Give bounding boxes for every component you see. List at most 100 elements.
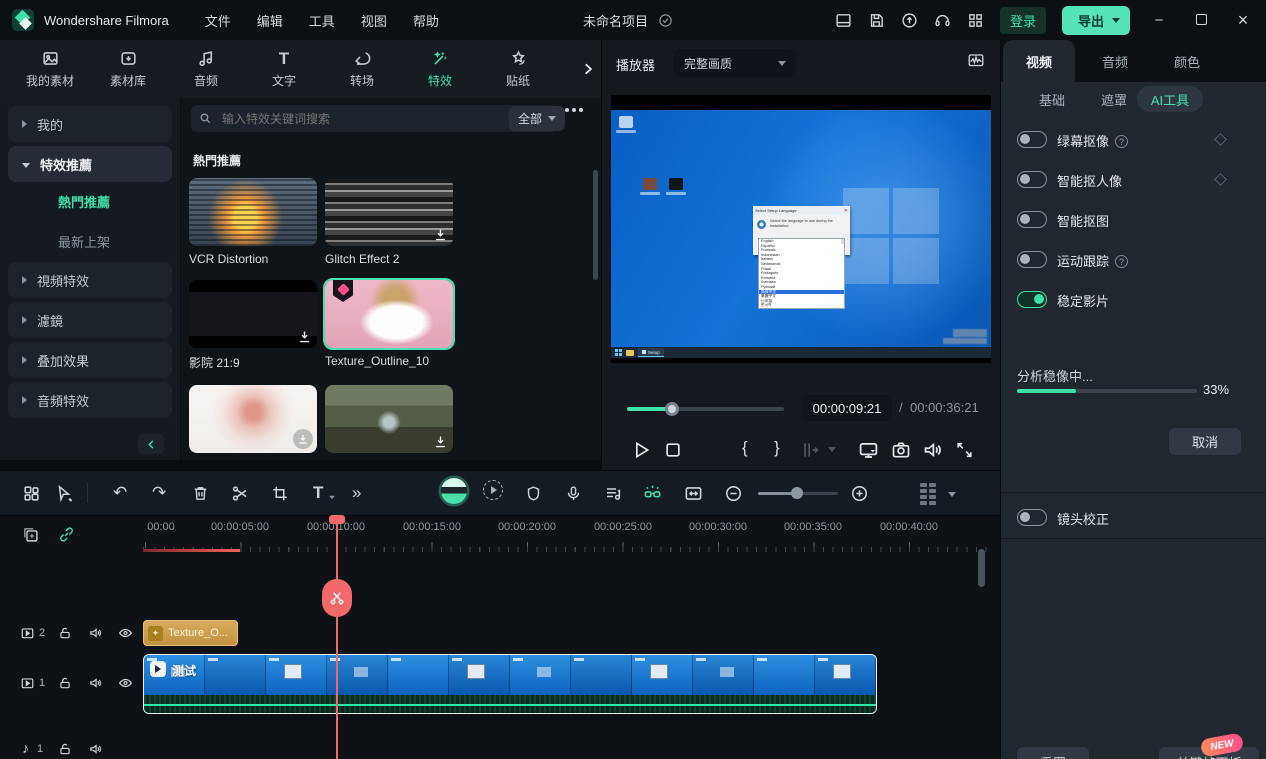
snapshot-camera-button[interactable] <box>891 439 911 461</box>
mute-track-icon[interactable] <box>88 676 103 690</box>
cloud-upload-icon[interactable] <box>901 12 918 29</box>
scene-detection-icon[interactable] <box>642 484 663 503</box>
track-manager-dropdown-icon[interactable] <box>948 492 956 497</box>
timeline-zoom-slider[interactable] <box>758 492 838 495</box>
subtab-basic[interactable]: 基础 <box>1039 90 1065 109</box>
effect-item-glitch-2[interactable]: Glitch Effect 2 <box>325 178 453 266</box>
stabilization-toggle[interactable] <box>1017 291 1047 308</box>
sidebar-group-audio-fx[interactable]: 音頻特效 <box>8 382 172 418</box>
auto-ripple-link-icon[interactable] <box>58 526 75 543</box>
marker-shield-icon[interactable] <box>525 484 542 503</box>
minimize-button[interactable]: − <box>1146 12 1172 29</box>
audio-mixer-icon[interactable] <box>604 484 622 503</box>
playhead-line[interactable] <box>336 515 338 759</box>
motion-tracking-toggle[interactable] <box>1017 251 1047 268</box>
layout-icon[interactable] <box>835 12 852 29</box>
select-cursor-icon[interactable] <box>55 484 73 503</box>
green-screen-toggle[interactable] <box>1017 131 1047 148</box>
maximize-button[interactable] <box>1188 12 1214 29</box>
menu-view[interactable]: 视图 <box>361 11 387 30</box>
effects-scrollbar[interactable] <box>593 170 598 280</box>
more-options-icon[interactable] <box>565 108 583 112</box>
effects-search[interactable]: 全部 <box>191 105 557 132</box>
lock-track-icon[interactable] <box>58 676 72 690</box>
sidebar-group-filters[interactable]: 濾鏡 <box>8 302 172 338</box>
lens-correction-toggle[interactable] <box>1017 509 1047 526</box>
second-display-button[interactable] <box>858 439 879 461</box>
mark-in-button[interactable]: { <box>742 438 748 458</box>
sidebar-group-recommended[interactable]: 特效推薦 <box>8 146 172 182</box>
close-button[interactable]: × <box>1230 10 1256 31</box>
delete-icon[interactable] <box>192 484 209 503</box>
quality-dropdown[interactable]: 完整画质 <box>674 49 796 77</box>
playhead-scissors-button[interactable] <box>322 579 352 617</box>
add-to-timeline-icon[interactable] <box>22 526 39 543</box>
menu-file[interactable]: 文件 <box>205 11 231 30</box>
video-viewport[interactable]: Select Setup Language ✕ Select the langu… <box>611 95 991 363</box>
apps-grid-icon[interactable] <box>967 12 984 29</box>
undo-button[interactable]: ↶ <box>113 484 127 502</box>
clip-texture-outline[interactable]: ✦ Texture_O... <box>143 620 238 646</box>
voiceover-mic-icon[interactable] <box>565 484 582 503</box>
effect-item-vineyard[interactable] <box>325 385 453 453</box>
zoom-handle[interactable] <box>791 487 803 499</box>
effect-item-vcr-distortion[interactable]: VCR Distortion <box>189 178 317 266</box>
stop-button[interactable] <box>663 439 683 461</box>
effect-item-texture-outline-10[interactable]: Texture_Outline_10 <box>325 280 453 368</box>
sidebar-collapse-button[interactable] <box>138 434 164 454</box>
tab-stock-media[interactable]: 素材库 <box>104 49 152 89</box>
zoom-out-button[interactable] <box>724 484 743 503</box>
sidebar-item-hot[interactable]: 熱門推薦 <box>58 192 110 211</box>
tab-my-media[interactable]: 我的素材 <box>26 49 74 89</box>
help-icon[interactable]: ? <box>1115 255 1128 268</box>
timeline-ruler[interactable]: 00:00 00:00:05:00 00:00:10:00 00:00:15:0… <box>143 516 995 552</box>
media-blocks-icon[interactable] <box>22 484 41 503</box>
portrait-cutout-toggle[interactable] <box>1017 171 1047 188</box>
support-headset-icon[interactable] <box>934 12 951 29</box>
tab-transitions[interactable]: 转场 <box>338 49 386 89</box>
fit-timeline-icon[interactable] <box>684 484 703 503</box>
sidebar-group-mine[interactable]: 我的 <box>8 106 172 142</box>
search-input[interactable] <box>220 111 549 127</box>
more-tools-button[interactable]: » <box>352 484 361 502</box>
text-tool-button[interactable]: T <box>313 484 323 502</box>
sidebar-item-newest[interactable]: 最新上架 <box>58 232 110 251</box>
tab-color[interactable]: 颜色 <box>1151 40 1223 82</box>
timeline-scrollbar[interactable] <box>978 549 985 587</box>
clip-test-video[interactable]: 测试 <box>143 654 877 714</box>
sidebar-group-video-fx[interactable]: 視頻特效 <box>8 262 172 298</box>
effect-item-cinema-21-9[interactable]: 影院 21:9 <box>189 280 317 371</box>
smart-cutout-toggle[interactable] <box>1017 211 1047 228</box>
mute-track-icon[interactable] <box>88 626 103 640</box>
trim-dropdown-icon[interactable] <box>828 447 836 452</box>
volume-button[interactable] <box>922 439 943 461</box>
login-button[interactable]: 登录 <box>1000 7 1046 34</box>
mute-track-icon[interactable] <box>88 742 103 756</box>
tab-video[interactable]: 视频 <box>1003 40 1075 82</box>
zoom-in-button[interactable] <box>850 484 869 503</box>
fullscreen-button[interactable] <box>955 439 974 461</box>
text-dropdown-icon[interactable] <box>329 496 335 500</box>
lock-track-icon[interactable] <box>58 626 72 640</box>
tab-audio[interactable]: 音频 <box>182 49 230 89</box>
track-manager-button[interactable] <box>920 483 936 505</box>
filter-dropdown[interactable]: 全部 <box>509 106 565 131</box>
tab-audio-props[interactable]: 音频 <box>1079 40 1151 82</box>
ai-copilot-button[interactable] <box>441 478 467 504</box>
help-icon[interactable]: ? <box>1115 135 1128 148</box>
menu-edit[interactable]: 编辑 <box>257 11 283 30</box>
trim-tool-button[interactable] <box>800 439 820 461</box>
menu-help[interactable]: 帮助 <box>413 11 439 30</box>
tab-text[interactable]: T 文字 <box>260 49 308 89</box>
playhead-handle[interactable] <box>329 515 345 524</box>
export-dropdown-icon[interactable] <box>1112 18 1120 23</box>
split-scissors-icon[interactable] <box>231 484 249 503</box>
tab-stickers[interactable]: 贴纸 <box>494 49 542 89</box>
hide-track-icon[interactable] <box>118 676 133 690</box>
tab-effects[interactable]: 特效 <box>416 49 464 89</box>
redo-button[interactable]: ↷ <box>152 484 166 502</box>
lock-track-icon[interactable] <box>58 742 72 756</box>
render-preview-button[interactable] <box>483 480 503 500</box>
subtab-mask[interactable]: 遮罩 <box>1101 90 1127 109</box>
cancel-button[interactable]: 取消 <box>1169 428 1241 455</box>
